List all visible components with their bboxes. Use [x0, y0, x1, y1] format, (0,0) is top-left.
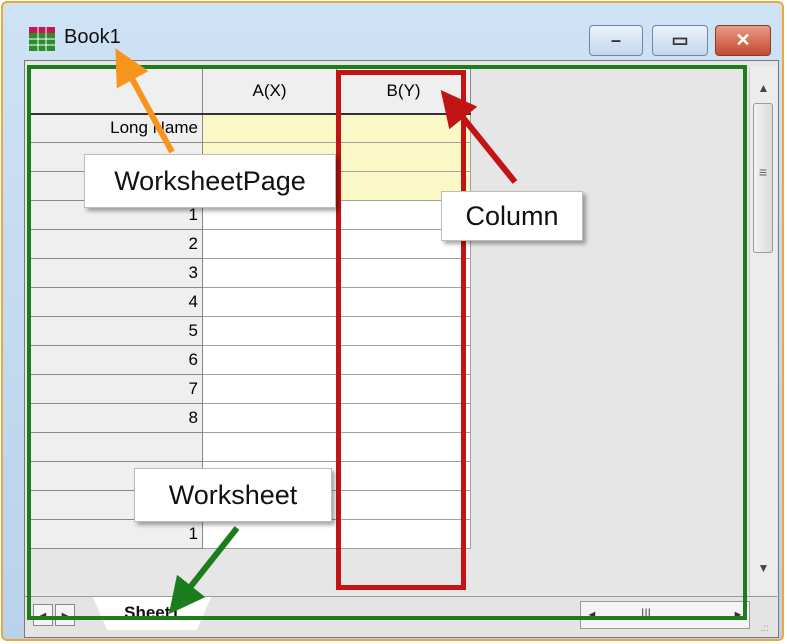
worksheet-page-callout: WorksheetPage: [84, 154, 336, 208]
column-arrow: [440, 89, 518, 184]
column-callout: Column: [441, 191, 583, 241]
worksheet-arrow: [168, 526, 240, 615]
worksheet-page-arrow: [115, 48, 175, 154]
worksheet-callout: Worksheet: [134, 468, 332, 522]
annotation-arrows: [115, 48, 518, 615]
